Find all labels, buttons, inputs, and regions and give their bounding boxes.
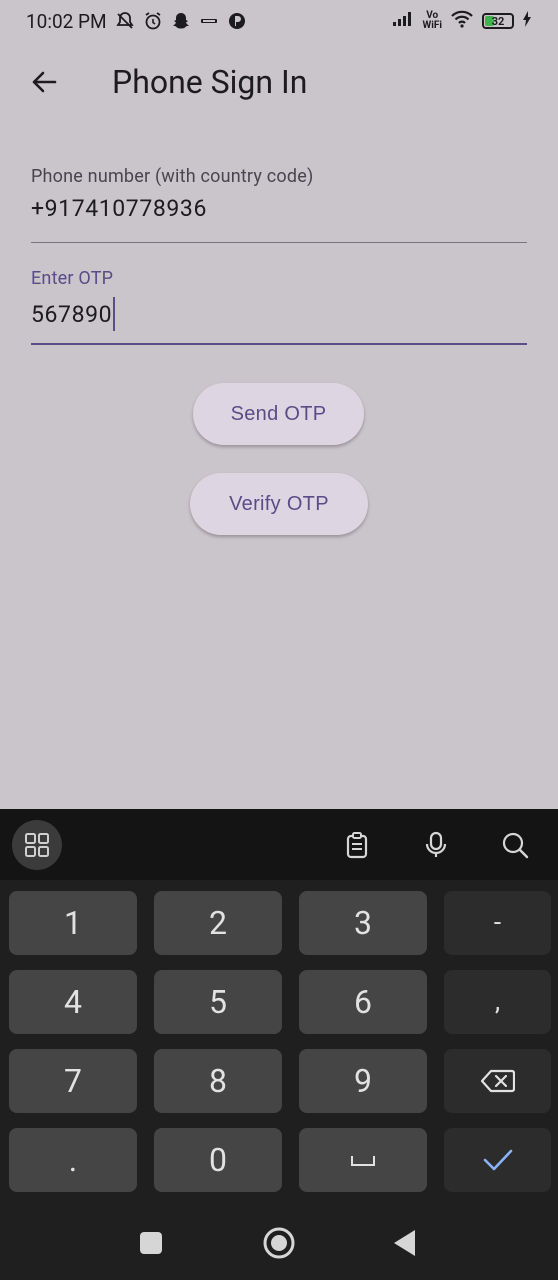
recents-button[interactable] — [133, 1225, 169, 1261]
key-8[interactable]: 8 — [154, 1049, 282, 1113]
key-dot[interactable]: . — [9, 1128, 137, 1192]
bell-off-icon — [115, 11, 135, 31]
back-triangle-icon — [394, 1230, 415, 1256]
space-icon — [351, 1156, 375, 1166]
key-3[interactable]: 3 — [299, 891, 427, 955]
search-icon — [502, 832, 529, 859]
backspace-icon — [480, 1069, 515, 1093]
status-right: Vo WiFi 32 — [392, 9, 532, 33]
otp-underline — [31, 343, 527, 345]
phone-number-field[interactable]: Phone number (with country code) +917410… — [31, 166, 527, 243]
signal-icon — [392, 11, 414, 31]
key-2[interactable]: 2 — [154, 891, 282, 955]
otp-field[interactable]: Enter OTP 567890 — [31, 268, 527, 345]
home-button[interactable] — [261, 1225, 297, 1261]
recents-square-icon — [140, 1232, 162, 1254]
wifi-text: WiFi — [422, 20, 442, 31]
checkmark-icon — [483, 1149, 512, 1171]
alarm-icon — [143, 11, 163, 31]
back-button[interactable] — [20, 58, 68, 106]
vowifi-label: Vo WiFi — [422, 11, 442, 31]
key-9[interactable]: 9 — [299, 1049, 427, 1113]
send-otp-button[interactable]: Send OTP — [193, 383, 364, 445]
key-4[interactable]: 4 — [9, 970, 137, 1034]
charging-icon — [522, 11, 532, 31]
page-title: Phone Sign In — [112, 63, 308, 101]
battery-level: 32 — [491, 14, 505, 28]
key-dash[interactable]: - — [444, 891, 551, 955]
key-1[interactable]: 1 — [9, 891, 137, 955]
clipboard-icon — [346, 832, 368, 859]
arrow-left-icon — [32, 71, 57, 93]
done-key[interactable] — [444, 1128, 551, 1192]
key-comma[interactable]: , — [444, 970, 551, 1034]
apps-grid-button[interactable] — [12, 820, 62, 870]
key-0[interactable]: 0 — [154, 1128, 282, 1192]
voice-input-button[interactable] — [412, 821, 460, 869]
otp-text: 567890 — [31, 300, 113, 328]
verify-otp-button[interactable]: Verify OTP — [190, 473, 368, 535]
key-7[interactable]: 7 — [9, 1049, 137, 1113]
microphone-icon — [425, 831, 447, 857]
key-5[interactable]: 5 — [154, 970, 282, 1034]
navigation-bar — [0, 1205, 558, 1280]
otp-value[interactable]: 567890 — [31, 297, 527, 331]
status-left: 10:02 PM — [26, 10, 247, 33]
snapchat-icon — [171, 11, 191, 31]
phone-number-label: Phone number (with country code) — [31, 166, 314, 187]
keyboard-toolbar — [0, 809, 558, 880]
phone-number-value[interactable]: +917410778936 — [31, 195, 527, 222]
app-icon — [227, 11, 247, 31]
status-time: 10:02 PM — [26, 9, 107, 33]
apps-grid-icon — [25, 833, 49, 857]
backspace-key[interactable] — [444, 1049, 551, 1113]
phone-number-underline — [31, 242, 527, 243]
otp-label: Enter OTP — [31, 268, 114, 289]
key-6[interactable]: 6 — [299, 970, 427, 1034]
app-bar: Phone Sign In — [0, 50, 558, 114]
clipboard-button[interactable] — [333, 821, 381, 869]
zomato-icon — [199, 11, 219, 31]
phone-number-text: +917410778936 — [31, 195, 207, 222]
space-key[interactable] — [299, 1128, 427, 1192]
text-cursor — [113, 297, 116, 331]
status-bar: 10:02 PM Vo WiFi 32 — [0, 0, 558, 42]
keyboard-search-button[interactable] — [491, 821, 539, 869]
battery-icon: 32 — [482, 13, 514, 29]
home-circle-icon — [263, 1227, 295, 1259]
wifi-icon — [450, 9, 474, 33]
nav-back-button[interactable] — [387, 1225, 423, 1261]
numeric-keyboard: 1 2 3 - 4 5 6 , 7 8 9 . 0 — [0, 809, 558, 1280]
